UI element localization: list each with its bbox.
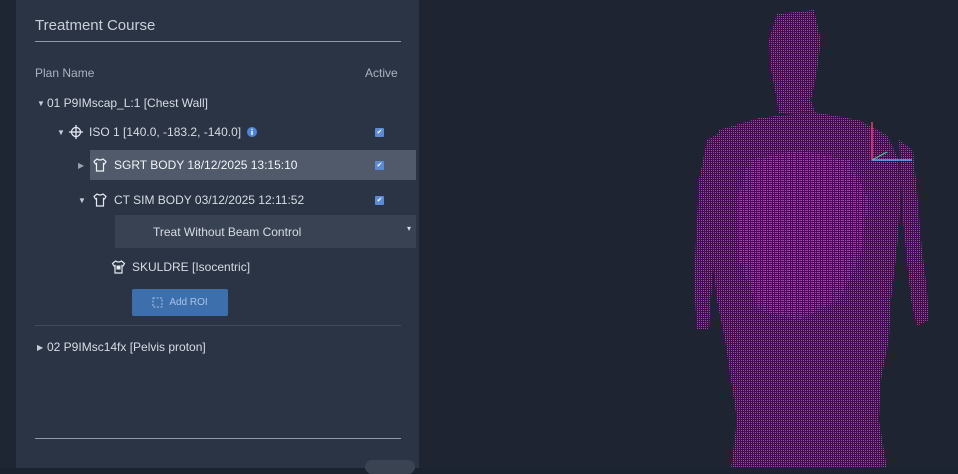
column-header-active: Active [365,66,398,80]
caret-right-icon[interactable]: ▶ [37,343,47,352]
caret-down-icon[interactable]: ▼ [37,99,47,108]
checkbox-checked-icon[interactable]: ✔ [375,161,384,170]
section-divider [35,325,401,326]
title-divider [35,41,401,42]
body-shirt-icon [92,193,108,207]
panel-title: Treatment Course [35,17,156,34]
beam-control-selected-value: Treat Without Beam Control [153,225,302,239]
tree-row-plan-1[interactable]: ▼ 01 P9IMscap_L:1 [Chest Wall] [37,96,208,110]
left-edge-strip [0,0,16,468]
add-roi-button[interactable]: Add ROI [132,289,228,316]
bottom-divider [35,438,401,439]
beam-control-dropdown[interactable]: Treat Without Beam Control ▾ [115,215,416,248]
plan-2-label: 02 P9IMsc14fx [Pelvis proton] [47,340,206,354]
isocenter-label: ISO 1 [140.0, -183.2, -140.0] [89,125,242,139]
ct-sim-body-label: CT SIM BODY 03/12/2025 12:11:52 [114,193,305,207]
sgrt-body-label: SGRT BODY 18/12/2025 13:15:10 [114,158,298,172]
isocenter-crosshair-icon [69,125,83,139]
tree-row-ct-sim-body[interactable]: ▼ CT SIM BODY 03/12/2025 12:11:52 [78,193,304,207]
checkbox-checked-icon[interactable]: ✔ [375,128,384,137]
roi-label: SKULDRE [Isocentric] [132,260,251,274]
body-shirt-icon [92,158,108,172]
caret-down-icon[interactable]: ▼ [57,128,67,137]
tree-row-sgrt-body[interactable]: ▶ SGRT BODY 18/12/2025 13:15:10 [78,158,297,172]
tree-row-plan-2[interactable]: ▶ 02 P9IMsc14fx [Pelvis proton] [37,340,206,354]
column-header-plan-name: Plan Name [35,66,95,80]
chevron-down-icon: ▾ [406,224,411,233]
info-icon[interactable] [247,127,258,137]
add-roi-icon [152,297,163,308]
bottom-control[interactable] [365,460,415,474]
roi-shirt-icon [111,260,126,274]
add-roi-label: Add ROI [169,297,208,308]
treatment-course-panel: Treatment Course Plan Name Active ▼ 01 P… [16,0,419,474]
tree-row-isocenter[interactable]: ▼ ISO 1 [140.0, -183.2, -140.0] [57,125,258,139]
checkbox-checked-icon[interactable]: ✔ [375,196,384,205]
tree-row-roi[interactable]: SKULDRE [Isocentric] [111,260,250,274]
point-cloud-canvas[interactable] [419,0,958,468]
caret-right-icon[interactable]: ▶ [78,161,88,170]
point-cloud-viewer[interactable] [419,0,958,468]
plan-1-label: 01 P9IMscap_L:1 [Chest Wall] [47,96,208,110]
caret-down-icon[interactable]: ▼ [78,196,88,205]
body-point-cloud [695,10,929,468]
